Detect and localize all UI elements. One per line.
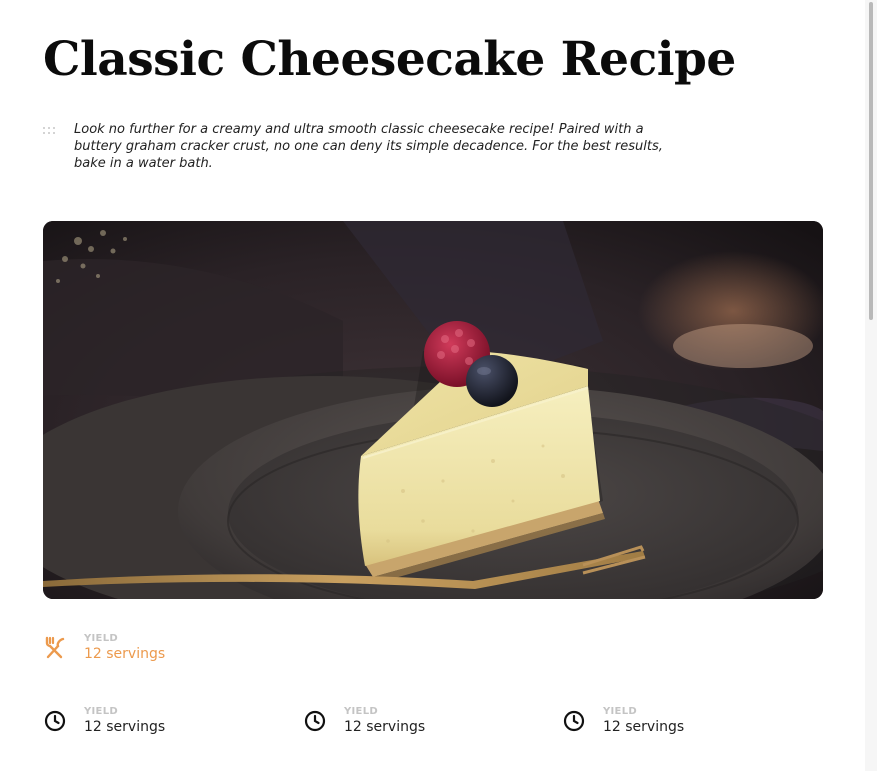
featured-yield: YIELD 12 servings <box>43 632 243 664</box>
meta-item-yield-3: YIELD 12 servings <box>562 705 762 737</box>
clock-icon <box>43 709 67 733</box>
clock-icon <box>562 709 586 733</box>
meta-item-yield-2: YIELD 12 servings <box>303 705 503 737</box>
featured-yield-label: YIELD <box>84 633 118 644</box>
recipe-title: Classic Cheesecake Recipe <box>43 32 736 87</box>
meta-item-yield-1: YIELD 12 servings <box>43 705 243 737</box>
meta-value: 12 servings <box>603 719 685 735</box>
featured-yield-value: 12 servings <box>84 646 166 662</box>
drag-handle-icon[interactable] <box>43 127 57 135</box>
recipe-intro: Look no further for a creamy and ultra s… <box>74 122 663 171</box>
meta-label: YIELD <box>84 706 118 717</box>
meta-value: 12 servings <box>84 719 166 735</box>
meta-value: 12 servings <box>344 719 426 735</box>
scrollbar[interactable] <box>865 0 877 771</box>
clock-icon <box>303 709 327 733</box>
meta-label: YIELD <box>344 706 378 717</box>
cheesecake-photo <box>43 221 823 599</box>
recipe-hero-image <box>43 221 823 599</box>
scrollbar-thumb[interactable] <box>869 2 873 320</box>
utensils-icon <box>43 636 67 660</box>
meta-label: YIELD <box>603 706 637 717</box>
